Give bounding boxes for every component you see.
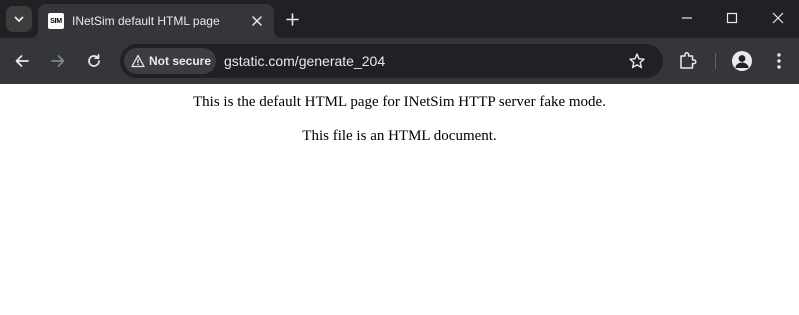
active-tab[interactable]: SIM INetSim default HTML page bbox=[30, 4, 282, 38]
arrow-right-icon bbox=[51, 55, 65, 67]
maximize-button[interactable] bbox=[714, 4, 750, 32]
toolbar-divider bbox=[715, 53, 716, 69]
tab-title: INetSim default HTML page bbox=[72, 14, 220, 28]
back-button[interactable] bbox=[10, 49, 34, 73]
maximize-icon bbox=[726, 12, 738, 24]
chevron-down-icon bbox=[14, 16, 24, 22]
bookmark-button[interactable] bbox=[628, 52, 646, 70]
tab-strip: SIM INetSim default HTML page bbox=[0, 0, 799, 38]
paragraph-intro: This is the default HTML page for INetSi… bbox=[193, 94, 606, 110]
puzzle-icon bbox=[680, 51, 697, 69]
warning-icon bbox=[131, 54, 145, 68]
arrow-left-icon bbox=[15, 55, 29, 67]
reload-button[interactable] bbox=[82, 49, 106, 73]
tab-search-button[interactable] bbox=[6, 6, 32, 32]
plus-icon bbox=[285, 12, 299, 26]
forward-button[interactable] bbox=[46, 49, 70, 73]
close-icon bbox=[772, 12, 784, 24]
paragraph-file-type: This file is an HTML document. bbox=[302, 128, 497, 144]
close-icon bbox=[252, 16, 262, 26]
minimize-icon bbox=[682, 17, 692, 19]
security-label: Not secure bbox=[149, 54, 212, 68]
star-icon bbox=[629, 53, 645, 69]
security-indicator[interactable]: Not secure bbox=[124, 48, 216, 74]
extensions-button[interactable] bbox=[677, 50, 699, 72]
profile-button[interactable] bbox=[732, 51, 752, 71]
more-vertical-icon bbox=[777, 53, 781, 69]
tab-favicon: SIM bbox=[48, 13, 64, 29]
reload-icon bbox=[88, 53, 100, 67]
tab-close-button[interactable] bbox=[248, 12, 266, 30]
new-tab-button[interactable] bbox=[281, 8, 303, 30]
url-text[interactable]: gstatic.com/generate_204 bbox=[224, 52, 385, 70]
menu-button[interactable] bbox=[770, 50, 788, 72]
page-content: This is the default HTML page for INetSi… bbox=[0, 84, 799, 315]
address-bar[interactable]: Not secure gstatic.com/generate_204 bbox=[120, 44, 663, 78]
window-close-button[interactable] bbox=[760, 4, 796, 32]
avatar-icon bbox=[735, 55, 749, 68]
minimize-button[interactable] bbox=[669, 4, 705, 32]
browser-toolbar: Not secure gstatic.com/generate_204 bbox=[0, 38, 799, 84]
